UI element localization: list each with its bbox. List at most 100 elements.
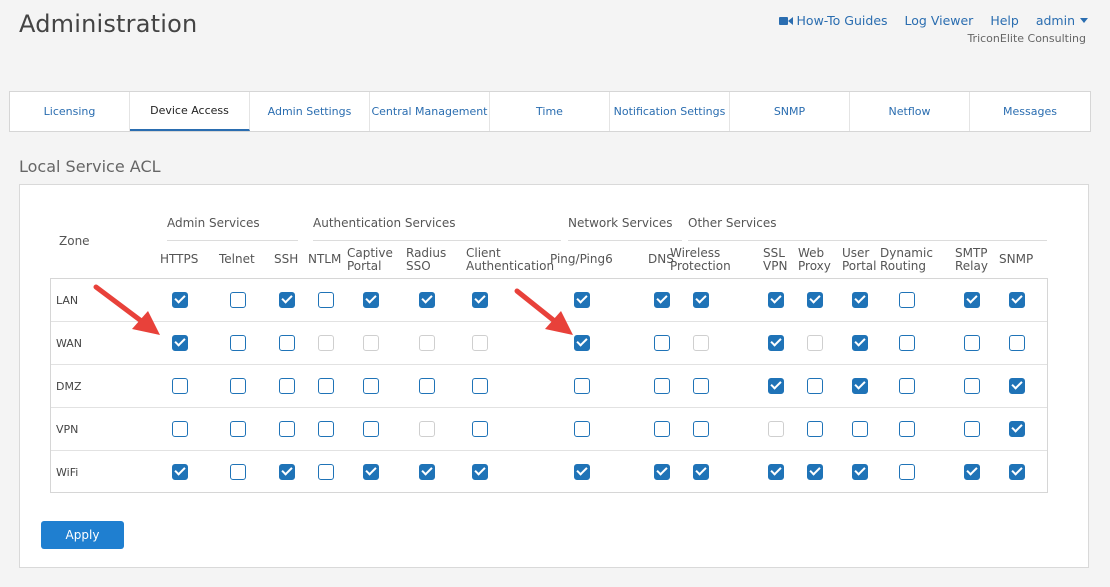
checkbox-dmz-web-proxy[interactable] [807,378,823,394]
tab-time[interactable]: Time [490,92,610,131]
tab-notification-settings[interactable]: Notification Settings [610,92,730,131]
group-label: Admin Services [167,216,260,230]
checkbox-wifi-telnet[interactable] [230,464,246,480]
checkbox-dmz-dns[interactable] [654,378,670,394]
checkbox-wan-telnet[interactable] [230,335,246,351]
checkbox-dmz-telnet[interactable] [230,378,246,394]
checkbox-wan-https[interactable] [172,335,188,351]
checkbox-wan-client-authentication [472,335,488,351]
tab-netflow[interactable]: Netflow [850,92,970,131]
checkbox-dmz-user-portal[interactable] [852,378,868,394]
checkbox-vpn-ntlm[interactable] [318,421,334,437]
checkbox-vpn-client-authentication[interactable] [472,421,488,437]
tab-central-management[interactable]: Central Management [370,92,490,131]
group-label: Network Services [568,216,673,230]
checkbox-vpn-captive-portal[interactable] [363,421,379,437]
checkbox-lan-snmp[interactable] [1009,292,1025,308]
checkbox-lan-ntlm[interactable] [318,292,334,308]
checkbox-wan-ssh[interactable] [279,335,295,351]
column-header: HTTPS [160,252,199,266]
checkbox-lan-user-portal[interactable] [852,292,868,308]
checkbox-vpn-dynamic-routing[interactable] [899,421,915,437]
checkbox-vpn-web-proxy[interactable] [807,421,823,437]
checkbox-dmz-radius-sso[interactable] [419,378,435,394]
group-label: Authentication Services [313,216,456,230]
checkbox-lan-telnet[interactable] [230,292,246,308]
log-viewer-link[interactable]: Log Viewer [905,13,974,28]
checkbox-dmz-ssh[interactable] [279,378,295,394]
checkbox-wifi-ssh[interactable] [279,464,295,480]
checkbox-lan-radius-sso[interactable] [419,292,435,308]
checkbox-wan-ping-ping6[interactable] [574,335,590,351]
checkbox-lan-https[interactable] [172,292,188,308]
checkbox-wan-ntlm [318,335,334,351]
checkbox-wifi-ssl-vpn[interactable] [768,464,784,480]
checkbox-vpn-wireless-protection[interactable] [693,421,709,437]
apply-button[interactable]: Apply [41,521,124,549]
checkbox-dmz-ssl-vpn[interactable] [768,378,784,394]
group-divider [167,240,298,241]
tab-admin-settings[interactable]: Admin Settings [250,92,370,131]
zone-label: DMZ [56,380,82,393]
how-to-guides-link[interactable]: How-To Guides [778,13,888,28]
checkbox-lan-client-authentication[interactable] [472,292,488,308]
checkbox-wifi-dynamic-routing[interactable] [899,464,915,480]
checkbox-lan-ping-ping6[interactable] [574,292,590,308]
checkbox-vpn-user-portal[interactable] [852,421,868,437]
column-header: Radius SSO [406,246,447,273]
user-menu[interactable]: admin [1036,13,1088,28]
checkbox-wifi-smtp-relay[interactable] [964,464,980,480]
checkbox-vpn-smtp-relay[interactable] [964,421,980,437]
checkbox-wan-dynamic-routing[interactable] [899,335,915,351]
tab-licensing[interactable]: Licensing [10,92,130,131]
checkbox-wifi-radius-sso[interactable] [419,464,435,480]
checkbox-lan-dynamic-routing[interactable] [899,292,915,308]
table-row: WAN [51,322,1047,365]
checkbox-wifi-ntlm[interactable] [318,464,334,480]
checkbox-lan-ssh[interactable] [279,292,295,308]
checkbox-dmz-smtp-relay[interactable] [964,378,980,394]
column-header: NTLM [308,252,342,266]
checkbox-dmz-ping-ping6[interactable] [574,378,590,394]
checkbox-wifi-snmp[interactable] [1009,464,1025,480]
checkbox-lan-ssl-vpn[interactable] [768,292,784,308]
checkbox-dmz-client-authentication[interactable] [472,378,488,394]
checkbox-wifi-dns[interactable] [654,464,670,480]
tab-messages[interactable]: Messages [970,92,1090,131]
checkbox-wifi-user-portal[interactable] [852,464,868,480]
checkbox-wan-ssl-vpn[interactable] [768,335,784,351]
checkbox-lan-wireless-protection[interactable] [693,292,709,308]
column-header: Wireless Protection [670,246,731,273]
checkbox-vpn-https[interactable] [172,421,188,437]
checkbox-lan-web-proxy[interactable] [807,292,823,308]
checkbox-dmz-dynamic-routing[interactable] [899,378,915,394]
tab-snmp[interactable]: SNMP [730,92,850,131]
checkbox-vpn-ping-ping6[interactable] [574,421,590,437]
checkbox-lan-dns[interactable] [654,292,670,308]
checkbox-wifi-web-proxy[interactable] [807,464,823,480]
checkbox-wifi-captive-portal[interactable] [363,464,379,480]
checkbox-dmz-ntlm[interactable] [318,378,334,394]
checkbox-wan-dns[interactable] [654,335,670,351]
checkbox-dmz-snmp[interactable] [1009,378,1025,394]
tab-device-access[interactable]: Device Access [130,92,250,131]
checkbox-lan-captive-portal[interactable] [363,292,379,308]
checkbox-vpn-ssh[interactable] [279,421,295,437]
checkbox-wifi-https[interactable] [172,464,188,480]
checkbox-dmz-wireless-protection[interactable] [693,378,709,394]
checkbox-vpn-dns[interactable] [654,421,670,437]
checkbox-dmz-captive-portal[interactable] [363,378,379,394]
checkbox-wan-snmp[interactable] [1009,335,1025,351]
checkbox-vpn-telnet[interactable] [230,421,246,437]
checkbox-wan-user-portal[interactable] [852,335,868,351]
checkbox-vpn-snmp[interactable] [1009,421,1025,437]
checkbox-lan-smtp-relay[interactable] [964,292,980,308]
checkbox-dmz-https[interactable] [172,378,188,394]
checkbox-wifi-client-authentication[interactable] [472,464,488,480]
checkbox-wan-smtp-relay[interactable] [964,335,980,351]
chevron-down-icon [1080,18,1088,23]
group-divider [568,240,682,241]
checkbox-wifi-ping-ping6[interactable] [574,464,590,480]
checkbox-wifi-wireless-protection[interactable] [693,464,709,480]
help-link[interactable]: Help [990,13,1019,28]
